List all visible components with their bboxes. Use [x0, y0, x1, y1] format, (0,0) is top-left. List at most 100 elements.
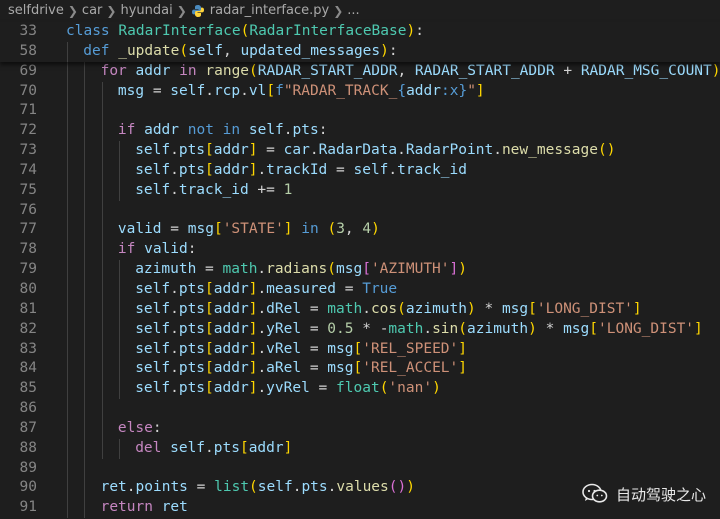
- code-line[interactable]: 79 azimuth = math.radians(msg['AZIMUTH']): [0, 260, 720, 280]
- code-line[interactable]: 72 if addr not in self.pts:: [0, 121, 720, 142]
- code-editor[interactable]: selfdrive ❯ car ❯ hyundai ❯ radar_interf…: [0, 0, 720, 519]
- code-token: addr: [406, 82, 441, 99]
- code-token: addr: [213, 300, 249, 317]
- code-line[interactable]: 88 del self.pts[addr]: [0, 438, 720, 459]
- code-token: else: [117, 419, 153, 436]
- code-token: .: [170, 161, 179, 178]
- code-token: =: [301, 320, 328, 337]
- code-token: track_id: [178, 181, 249, 198]
- indent-guide: [101, 339, 103, 360]
- code-token: pts: [178, 320, 206, 337]
- code-line[interactable]: 81 self.pts[addr].dRel = math.cos(azimuth…: [0, 299, 720, 320]
- line-number: 71: [19, 102, 37, 119]
- code-text: del self.pts[addr]: [135, 439, 292, 459]
- code-token: :: [152, 419, 162, 436]
- code-line[interactable]: 84 self.pts[addr].aRel = msg['REL_ACCEL']: [0, 359, 720, 380]
- code-line[interactable]: 77 valid = msg['STATE'] in (3, 4): [0, 220, 720, 241]
- code-token: addr: [213, 280, 249, 297]
- code-line[interactable]: 69 for addr in range(RADAR_START_ADDR, RA…: [0, 61, 720, 82]
- breadcrumb-item-file[interactable]: radar_interface.py: [210, 0, 329, 22]
- code-line[interactable]: 86: [0, 399, 720, 419]
- code-token: math: [388, 320, 424, 337]
- indent-guide: [84, 279, 86, 300]
- indent-guide: [84, 339, 86, 360]
- code-token: float: [336, 380, 380, 397]
- indent-guide: [118, 260, 120, 280]
- code-line[interactable]: 89: [0, 458, 720, 479]
- line-number: 70: [19, 82, 37, 99]
- code-token: [: [205, 380, 214, 397]
- indent-guide: [67, 399, 68, 419]
- code-token: self: [170, 439, 206, 456]
- code-line[interactable]: 70 msg = self.rcp.vl[f"RADAR_TRACK_{addr:…: [0, 81, 720, 102]
- code-token: (: [249, 479, 258, 496]
- code-token: ]: [449, 261, 459, 278]
- indent-guide: [118, 180, 120, 201]
- code-token: if: [117, 122, 145, 139]
- code-token: ]: [694, 320, 703, 337]
- code-line[interactable]: 78 if valid:: [0, 240, 720, 261]
- code-token: self: [135, 340, 171, 357]
- code-token: dRel: [266, 300, 302, 317]
- line-number: 73: [19, 142, 37, 159]
- code-token: f: [275, 82, 284, 99]
- code-token: msg: [117, 82, 145, 99]
- breadcrumb-item-selfdrive[interactable]: selfdrive: [8, 0, 64, 22]
- code-token: ret: [100, 479, 127, 496]
- line-number: 86: [19, 400, 37, 417]
- indent-guide: [84, 220, 86, 241]
- code-text: self.pts[addr] = car.RadarData.RadarPoin…: [135, 141, 615, 161]
- code-token: ): [380, 42, 389, 59]
- breadcrumb-item-hyundai[interactable]: hyundai: [120, 0, 172, 22]
- code-token: .: [257, 320, 267, 337]
- code-token: msg: [501, 300, 529, 317]
- code-line[interactable]: 82 self.pts[addr].yRel = 0.5 * -math.sin(…: [0, 319, 720, 340]
- code-token: azimuth: [467, 320, 529, 337]
- code-line[interactable]: 33 class RadarInterface(RadarInterfaceBas…: [0, 22, 720, 42]
- code-line[interactable]: 75 self.track_id += 1: [0, 180, 720, 201]
- code-token: points: [135, 479, 188, 496]
- indent-guide: [101, 121, 103, 142]
- code-token: .: [388, 161, 398, 178]
- code-token: .: [205, 439, 214, 456]
- code-text: valid = msg['STATE'] in (3, 4): [118, 220, 380, 240]
- code-token: [: [205, 142, 214, 159]
- indent-guide: [101, 279, 103, 300]
- code-text: if addr not in self.pts:: [118, 121, 328, 141]
- indent-guide: [84, 240, 86, 261]
- code-token: addr: [213, 380, 249, 397]
- code-token: .: [397, 142, 406, 159]
- code-token: RADAR_START_ADDR: [257, 62, 398, 79]
- indent-guide: [84, 101, 86, 122]
- code-line[interactable]: 58 def _update(self, updated_messages):: [0, 41, 720, 62]
- code-token: list: [214, 479, 250, 496]
- code-line[interactable]: 85 self.pts[addr].yvRel = float('nan'): [0, 379, 720, 400]
- breadcrumb-item-car[interactable]: car: [82, 0, 102, 22]
- code-line[interactable]: 76: [0, 200, 720, 221]
- code-token: +=: [248, 181, 284, 198]
- code-token: RadarPoint: [405, 142, 494, 159]
- code-body[interactable]: 69 for addr in range(RADAR_START_ADDR, RA…: [0, 61, 720, 519]
- chevron-right-icon: ❯: [106, 4, 117, 18]
- watermark-text: 自动驾驶之心: [615, 485, 706, 504]
- code-line[interactable]: 80 self.pts[addr].measured = True: [0, 279, 720, 300]
- line-number: 33: [19, 23, 37, 39]
- indent-guide: [67, 379, 68, 400]
- line-number: 58: [19, 42, 37, 59]
- code-line[interactable]: 73 self.pts[addr] = car.RadarData.RadarPo…: [0, 141, 720, 161]
- code-token: 'REL_SPEED': [362, 340, 459, 357]
- code-token: pts: [178, 340, 206, 357]
- code-token: msg: [563, 320, 590, 337]
- code-line[interactable]: 87 else:: [0, 418, 720, 439]
- code-line[interactable]: 83 self.pts[addr].vRel = msg['REL_SPEED']: [0, 339, 720, 360]
- line-number: 75: [19, 181, 37, 198]
- code-line[interactable]: 74 self.pts[addr].trackId = self.track_id: [0, 160, 720, 181]
- code-token: 0.5: [327, 320, 354, 337]
- code-line[interactable]: 71: [0, 101, 720, 122]
- code-token: [: [589, 320, 598, 337]
- sticky-scroll-header[interactable]: 33 class RadarInterface(RadarInterfaceBas…: [0, 22, 720, 62]
- indent-guide: [101, 101, 103, 122]
- code-token: .: [493, 142, 502, 159]
- breadcrumb-item-more[interactable]: ...: [347, 0, 359, 22]
- code-token: self: [170, 82, 206, 99]
